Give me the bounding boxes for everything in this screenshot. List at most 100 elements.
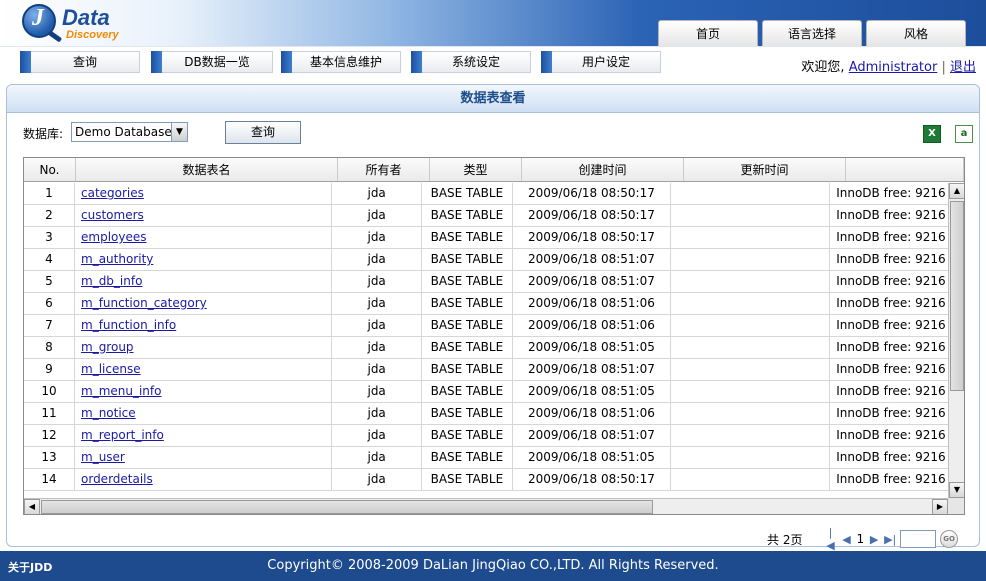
table-name-link[interactable]: m_notice [81, 406, 136, 420]
col-updated[interactable]: 更新时间 [684, 158, 846, 181]
row-no: 11 [24, 403, 75, 424]
table-row[interactable]: 10 m_menu_info jda BASE TABLE 2009/06/18 08:… [24, 381, 948, 403]
last-page-icon[interactable]: ▶| [884, 533, 896, 546]
row-comment: InnoDB free: 9216 [836, 252, 946, 266]
database-select[interactable]: Demo Database ▼ [71, 122, 188, 142]
row-type: BASE TABLE [422, 315, 513, 336]
table-name-link[interactable]: m_authority [81, 252, 153, 266]
vertical-scroll-thumb[interactable] [950, 201, 964, 391]
nav-query[interactable]: 查询 [20, 51, 140, 73]
row-owner: jda [332, 425, 423, 446]
table-row[interactable]: 14 orderdetails jda BASE TABLE 2009/06/18 08… [24, 469, 948, 491]
excel-export-icon[interactable]: X [923, 125, 941, 143]
horizontal-scrollbar[interactable]: ◀ ▶ [24, 498, 948, 514]
table-name-link[interactable]: customers [81, 208, 144, 222]
app-logo[interactable]: J Data Discovery [18, 2, 138, 44]
row-table-name: m_authority [75, 249, 333, 270]
tab-home[interactable]: 首页 [658, 20, 758, 46]
row-updated [671, 425, 831, 446]
pagination: 共 2页 |◀ ◀ 1 ▶ ▶| GO [767, 526, 959, 552]
nav-db-list[interactable]: DB数据一览 [151, 51, 273, 73]
col-no[interactable]: No. [24, 158, 76, 181]
row-no: 14 [24, 469, 75, 490]
table-name-link[interactable]: m_db_info [81, 274, 142, 288]
next-page-icon[interactable]: ▶ [868, 533, 880, 546]
logout-link[interactable]: 退出 [950, 60, 976, 75]
copyright-text: Copyright© 2008-2009 DaLian JingQiao CO.… [267, 558, 719, 573]
table-name-link[interactable]: employees [81, 230, 146, 244]
col-table-name[interactable]: 数据表名 [76, 158, 338, 181]
row-comment: InnoDB free: 9216 [836, 450, 946, 464]
row-type: BASE TABLE [422, 249, 513, 270]
table-name-link[interactable]: m_function_info [81, 318, 176, 332]
table-row[interactable]: 7 m_function_info jda BASE TABLE 2009/06/18 … [24, 315, 948, 337]
table-name-link[interactable]: orderdetails [81, 472, 153, 486]
scroll-up-icon[interactable]: ▲ [949, 183, 964, 199]
row-comment: InnoDB free: 9216 [836, 274, 946, 288]
table-row[interactable]: 2 customers jda BASE TABLE 2009/06/18 08:50:… [24, 205, 948, 227]
first-page-icon[interactable]: |◀ [824, 526, 836, 552]
nav-user-settings[interactable]: 用户设定 [541, 51, 661, 73]
scroll-down-icon[interactable]: ▼ [949, 482, 964, 498]
table-row[interactable]: 1 categories jda BASE TABLE 2009/06/18 08:50… [24, 183, 948, 205]
row-updated [671, 249, 831, 270]
row-created: 2009/06/18 08:50:17 [513, 183, 672, 204]
user-link[interactable]: Administrator [849, 60, 938, 75]
row-owner: jda [332, 183, 423, 204]
table-name-link[interactable]: m_license [81, 362, 141, 376]
col-created[interactable]: 创建时间 [522, 158, 684, 181]
table-row[interactable]: 9 m_license jda BASE TABLE 2009/06/18 08:51:… [24, 359, 948, 381]
tab-style[interactable]: 风格 [866, 20, 966, 46]
col-comment[interactable] [846, 158, 964, 181]
row-type: BASE TABLE [422, 447, 513, 468]
row-created: 2009/06/18 08:51:06 [513, 293, 672, 314]
table-name-link[interactable]: m_user [81, 450, 125, 464]
go-button[interactable]: GO [940, 530, 959, 548]
row-comment: InnoDB free: 9216 [836, 384, 946, 398]
table-row[interactable]: 6 m_function_category jda BASE TABLE 2009/06… [24, 293, 948, 315]
table-row[interactable]: 3 employees jda BASE TABLE 2009/06/18 08:50:… [24, 227, 948, 249]
table-row[interactable]: 12 m_report_info jda BASE TABLE 2009/06/18 0… [24, 425, 948, 447]
table-name-link[interactable]: m_group [81, 340, 134, 354]
table-name-link[interactable]: m_function_category [81, 296, 207, 310]
table-name-link[interactable]: categories [81, 186, 144, 200]
table-row[interactable]: 13 m_user jda BASE TABLE 2009/06/18 08:51:05… [24, 447, 948, 469]
col-owner[interactable]: 所有者 [338, 158, 430, 181]
table-name-link[interactable]: m_report_info [81, 428, 164, 442]
text-export-icon[interactable]: a [955, 125, 973, 143]
logo-subtext: Discovery [66, 29, 119, 41]
prev-page-icon[interactable]: ◀ [840, 533, 852, 546]
table-row[interactable]: 5 m_db_info jda BASE TABLE 2009/06/18 08:51:… [24, 271, 948, 293]
welcome-area: 欢迎您, Administrator | 退出 [801, 56, 976, 75]
logo-text: Data [62, 5, 110, 30]
row-table-name: m_function_info [75, 315, 333, 336]
panel-title: 数据表查看 [7, 85, 979, 113]
nav-system-settings[interactable]: 系统设定 [411, 51, 531, 73]
row-updated [671, 183, 831, 204]
scroll-right-icon[interactable]: ▶ [932, 499, 948, 514]
row-updated [671, 205, 831, 226]
scroll-left-icon[interactable]: ◀ [24, 499, 40, 514]
page-number-input[interactable] [900, 530, 937, 548]
row-no: 9 [24, 359, 75, 380]
row-type: BASE TABLE [422, 425, 513, 446]
table-row[interactable]: 11 m_notice jda BASE TABLE 2009/06/18 08:51:… [24, 403, 948, 425]
row-table-name: m_function_category [75, 293, 333, 314]
query-button[interactable]: 查询 [225, 121, 301, 144]
table-row[interactable]: 8 m_group jda BASE TABLE 2009/06/18 08:51:05… [24, 337, 948, 359]
row-type: BASE TABLE [422, 293, 513, 314]
row-created: 2009/06/18 08:51:06 [513, 403, 672, 424]
tab-language[interactable]: 语言选择 [762, 20, 862, 46]
row-comment: InnoDB free: 9216 [836, 362, 946, 376]
row-created: 2009/06/18 08:51:06 [513, 315, 672, 336]
total-pages: 共 2页 [767, 532, 803, 547]
row-owner: jda [332, 337, 423, 358]
row-comment: InnoDB free: 9216 [836, 230, 946, 244]
vertical-scrollbar[interactable]: ▲ ▼ [948, 183, 964, 498]
nav-basic-info[interactable]: 基本信息维护 [281, 51, 401, 73]
col-type[interactable]: 类型 [430, 158, 522, 181]
table-name-link[interactable]: m_menu_info [81, 384, 161, 398]
row-type: BASE TABLE [422, 205, 513, 226]
table-row[interactable]: 4 m_authority jda BASE TABLE 2009/06/18 08:5… [24, 249, 948, 271]
horizontal-scroll-thumb[interactable] [41, 500, 653, 514]
